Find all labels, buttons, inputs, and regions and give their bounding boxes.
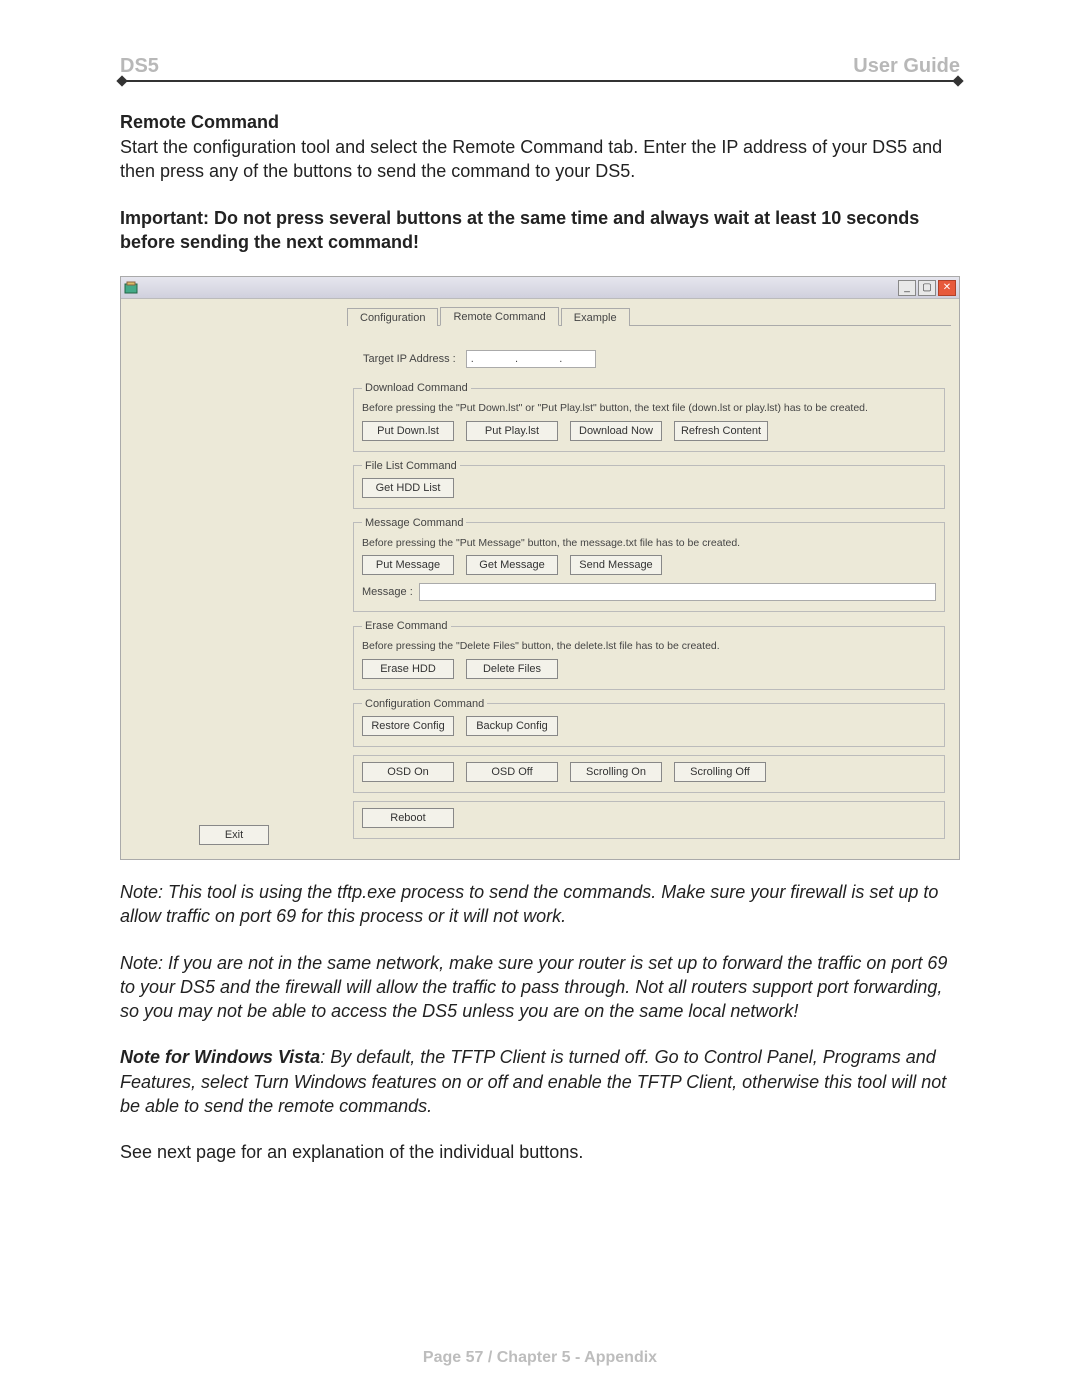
download-command-group: Download Command Before pressing the "Pu… — [353, 382, 945, 452]
titlebar: _ ▢ ✕ — [121, 277, 959, 299]
tab-configuration[interactable]: Configuration — [347, 308, 438, 326]
file-list-command-group: File List Command Get HDD List — [353, 460, 945, 509]
erase-hdd-button[interactable]: Erase HDD — [362, 659, 454, 679]
close-button[interactable]: ✕ — [938, 280, 956, 296]
minimize-button[interactable]: _ — [898, 280, 916, 296]
note-1: Note: This tool is using the tftp.exe pr… — [120, 880, 960, 929]
reboot-group: Reboot — [353, 801, 945, 839]
misc-command-group: OSD On OSD Off Scrolling On Scrolling Of… — [353, 755, 945, 793]
reboot-button[interactable]: Reboot — [362, 808, 454, 828]
app-icon — [124, 281, 140, 295]
configuration-command-group: Configuration Command Restore Config Bac… — [353, 698, 945, 747]
message-command-group: Message Command Before pressing the "Put… — [353, 517, 945, 613]
file-list-legend: File List Command — [362, 460, 460, 472]
tab-example[interactable]: Example — [561, 308, 630, 326]
scrolling-on-button[interactable]: Scrolling On — [570, 762, 662, 782]
download-help: Before pressing the "Put Down.lst" or "P… — [362, 402, 936, 415]
message-legend: Message Command — [362, 517, 466, 529]
header-left: DS5 — [120, 55, 159, 78]
header-divider — [120, 80, 960, 82]
send-message-button[interactable]: Send Message — [570, 555, 662, 575]
delete-files-button[interactable]: Delete Files — [466, 659, 558, 679]
scrolling-off-button[interactable]: Scrolling Off — [674, 762, 766, 782]
erase-command-group: Erase Command Before pressing the "Delet… — [353, 620, 945, 690]
put-play-lst-button[interactable]: Put Play.lst — [466, 421, 558, 441]
page-footer: Page 57 / Chapter 5 - Appendix — [0, 1349, 1080, 1367]
message-label: Message : — [362, 586, 413, 598]
maximize-button[interactable]: ▢ — [918, 280, 936, 296]
target-ip-label: Target IP Address : — [363, 353, 456, 365]
osd-on-button[interactable]: OSD On — [362, 762, 454, 782]
download-command-legend: Download Command — [362, 382, 471, 394]
put-down-lst-button[interactable]: Put Down.lst — [362, 421, 454, 441]
header-right: User Guide — [853, 55, 960, 78]
message-help: Before pressing the "Put Message" button… — [362, 537, 936, 550]
erase-help: Before pressing the "Delete Files" butto… — [362, 640, 936, 653]
see-next-page: See next page for an explanation of the … — [120, 1140, 960, 1164]
app-window: _ ▢ ✕ Exit Configuration Remote Command … — [120, 276, 960, 860]
restore-config-button[interactable]: Restore Config — [362, 716, 454, 736]
backup-config-button[interactable]: Backup Config — [466, 716, 558, 736]
page-header: DS5 User Guide — [120, 55, 960, 78]
note-3: Note for Windows Vista: By default, the … — [120, 1045, 960, 1118]
get-hdd-list-button[interactable]: Get HDD List — [362, 478, 454, 498]
tab-bar: Configuration Remote Command Example — [347, 307, 951, 326]
message-input[interactable] — [419, 583, 936, 601]
put-message-button[interactable]: Put Message — [362, 555, 454, 575]
note-3-title: Note for Windows Vista — [120, 1047, 320, 1067]
refresh-content-button[interactable]: Refresh Content — [674, 421, 768, 441]
section-title: Remote Command — [120, 112, 960, 133]
intro-text: Start the configuration tool and select … — [120, 135, 960, 184]
config-cmd-legend: Configuration Command — [362, 698, 487, 710]
erase-legend: Erase Command — [362, 620, 451, 632]
tab-remote-command[interactable]: Remote Command — [440, 307, 558, 326]
get-message-button[interactable]: Get Message — [466, 555, 558, 575]
important-text: Important: Do not press several buttons … — [120, 206, 960, 255]
target-ip-input[interactable] — [466, 350, 596, 368]
exit-button[interactable]: Exit — [199, 825, 269, 845]
note-2: Note: If you are not in the same network… — [120, 951, 960, 1024]
download-now-button[interactable]: Download Now — [570, 421, 662, 441]
osd-off-button[interactable]: OSD Off — [466, 762, 558, 782]
